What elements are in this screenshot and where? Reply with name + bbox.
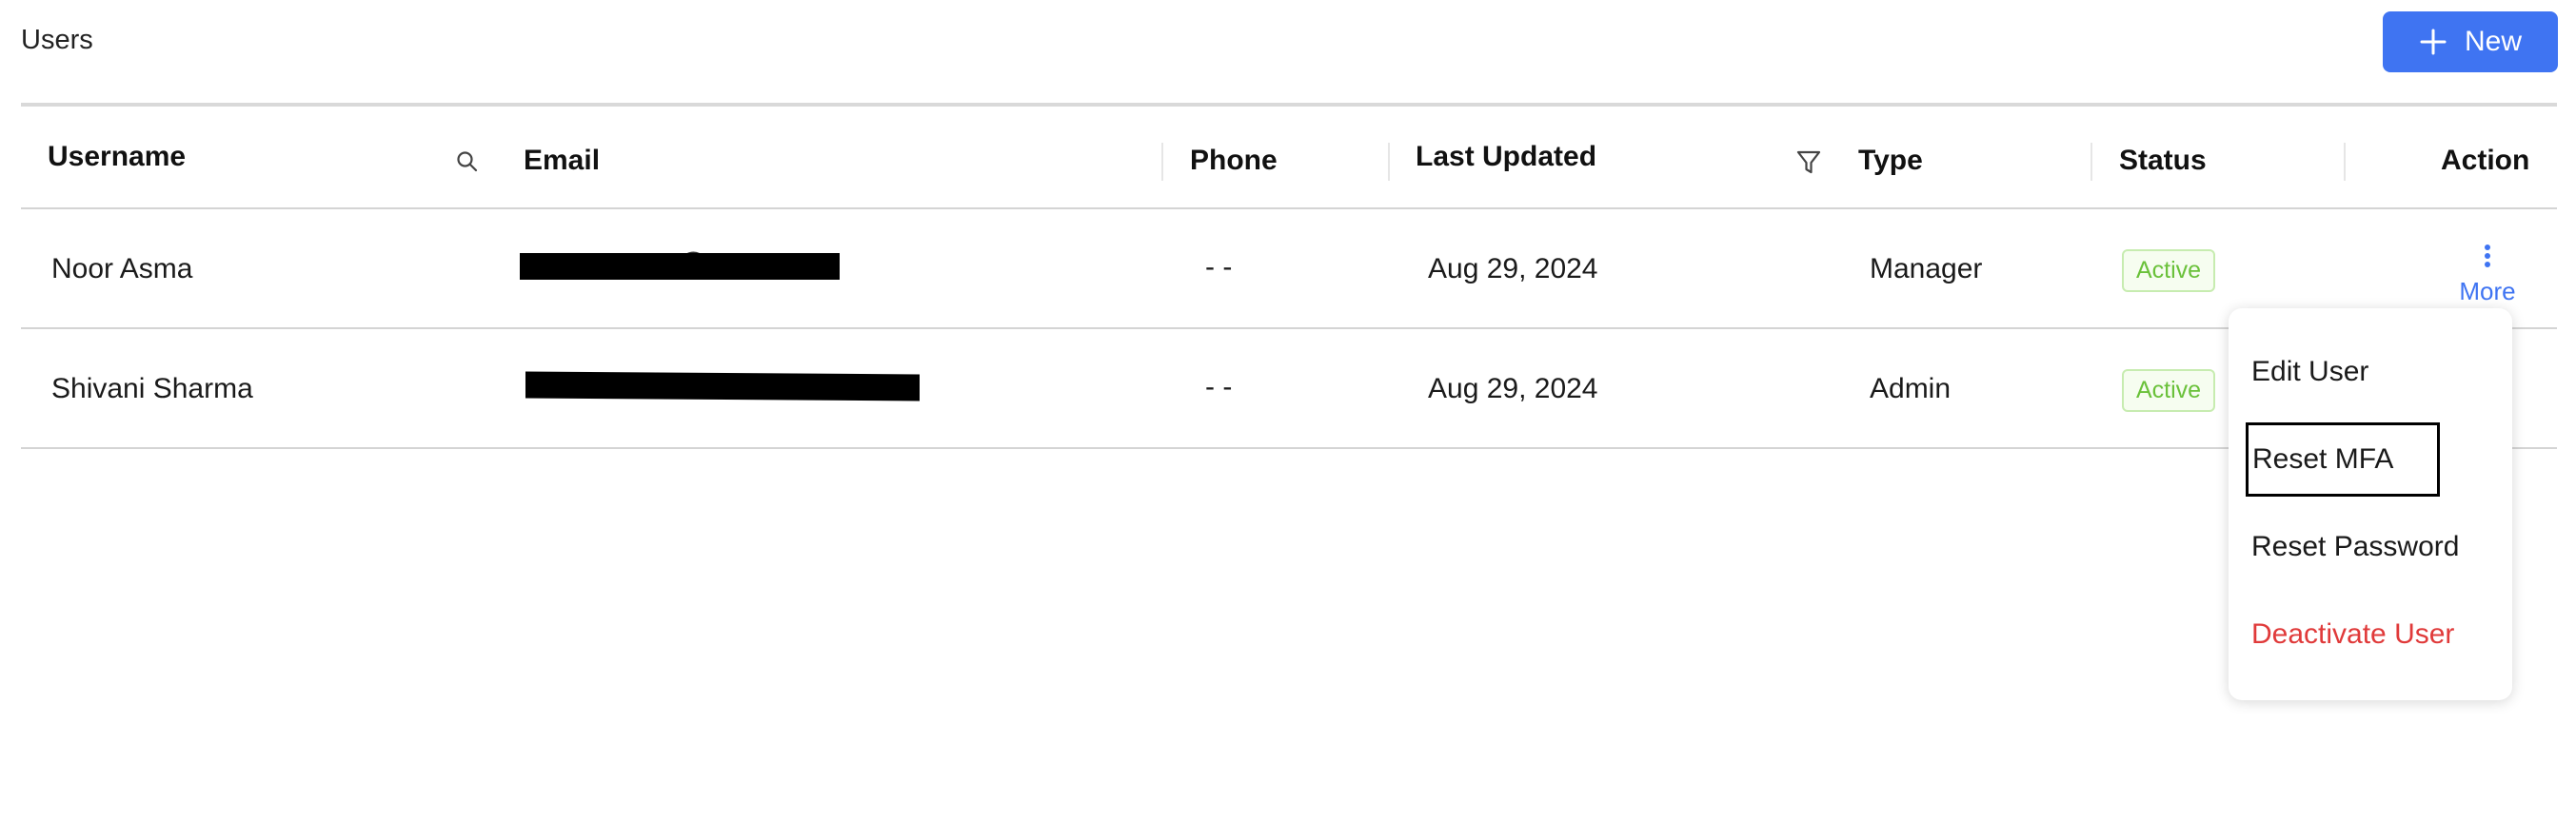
column-header-username[interactable]: Username	[48, 141, 186, 173]
column-separator	[1161, 143, 1163, 181]
menu-item-reset-mfa[interactable]: Reset MFA	[2246, 422, 2440, 497]
phone-cell: - -	[1205, 251, 1233, 283]
status-badge: Active	[2122, 249, 2216, 292]
type-cell: Admin	[1870, 373, 1952, 404]
type-cell: Manager	[1870, 253, 1983, 284]
page-title: Users	[21, 25, 93, 55]
column-header-email: Email	[524, 145, 601, 176]
menu-item-edit-user[interactable]: Edit User	[2251, 356, 2368, 388]
status-badge: Active	[2122, 369, 2216, 412]
users-table: Username Email Phone Last Updated Type S…	[21, 103, 2557, 449]
more-actions-button[interactable]: More	[2454, 244, 2521, 306]
plus-icon	[2419, 28, 2447, 56]
menu-item-deactivate-user[interactable]: Deactivate User	[2251, 618, 2454, 651]
action-menu: Edit User Reset MFA Reset Password Deact…	[2229, 308, 2512, 700]
table-row: Shivani Sharma @ - - Aug 29, 2024 Admin …	[21, 329, 2557, 449]
search-icon[interactable]	[455, 149, 480, 179]
menu-item-reset-password[interactable]: Reset Password	[2251, 531, 2459, 563]
column-separator	[2091, 143, 2092, 181]
column-separator	[2344, 143, 2346, 181]
email-redaction	[525, 371, 920, 401]
table-header: Username Email Phone Last Updated Type S…	[21, 103, 2557, 209]
column-header-action: Action	[2441, 145, 2530, 176]
column-header-phone: Phone	[1190, 145, 1278, 176]
table-row: Noor Asma @g - - Aug 29, 2024 Manager Ac…	[21, 209, 2557, 329]
filter-icon[interactable]	[1795, 148, 1822, 182]
new-user-button[interactable]: New	[2383, 11, 2558, 72]
username-cell: Shivani Sharma	[51, 373, 253, 404]
new-button-label: New	[2464, 26, 2522, 57]
kebab-icon	[2483, 244, 2492, 275]
last-updated-cell: Aug 29, 2024	[1428, 253, 1598, 284]
column-header-status: Status	[2119, 145, 2207, 176]
last-updated-cell: Aug 29, 2024	[1428, 373, 1598, 404]
username-cell: Noor Asma	[51, 253, 193, 284]
email-redaction	[520, 253, 840, 280]
users-page: Users New Username Email Phone Last Upda…	[0, 0, 2576, 822]
column-header-type: Type	[1858, 145, 1923, 176]
more-label: More	[2459, 277, 2516, 305]
phone-cell: - -	[1205, 371, 1233, 402]
column-separator	[1388, 143, 1390, 181]
column-header-last-updated[interactable]: Last Updated	[1416, 141, 1596, 173]
